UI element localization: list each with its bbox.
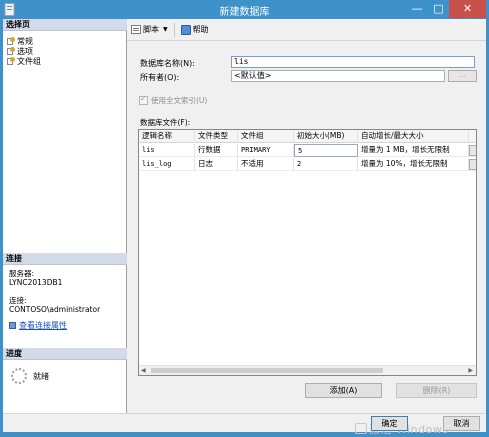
help-button[interactable]: 帮助 — [180, 24, 209, 35]
view-connection-properties-link[interactable]: 查看连接属性 — [9, 320, 67, 331]
toolbar: 脚本 ▼ 帮助 — [127, 19, 486, 41]
grid-header: 逻辑名称 文件类型 文件组 初始大小(MB) 自动增长/最大大小 — [139, 130, 476, 143]
page-item-filegroups[interactable]: 文件组 — [7, 56, 41, 66]
connection-info: 服务器: LYNC2013DB1 连接: CONTOSO\administrat… — [9, 269, 100, 314]
logical-name-cell[interactable]: lis — [139, 144, 195, 157]
ok-button[interactable]: 确定 — [371, 416, 408, 431]
db-name-input[interactable]: lis — [231, 56, 475, 68]
horizontal-scrollbar[interactable]: ◀ ▶ — [139, 365, 476, 375]
connection-header: 连接 — [3, 253, 127, 265]
script-label: 脚本 — [143, 25, 159, 34]
owner-browse-button[interactable]: ... — [448, 70, 477, 82]
cancel-button[interactable]: 取消 — [443, 416, 480, 431]
help-icon — [180, 24, 191, 35]
dialog-button-bar: 激活 Windows 确定 取消 — [3, 413, 486, 436]
file-type-cell[interactable]: 行数据 — [195, 144, 238, 157]
file-type-cell[interactable]: 日志 — [195, 158, 238, 171]
connection-value: CONTOSO\administrator — [9, 305, 101, 314]
close-button[interactable]: ✕ — [449, 0, 486, 18]
database-files-label: 数据库文件(F): — [140, 118, 191, 127]
column-header[interactable]: 自动增长/最大大小 — [358, 130, 469, 143]
column-header[interactable]: 逻辑名称 — [139, 130, 195, 143]
column-header[interactable]: 初始大小(MB) — [294, 130, 358, 143]
filegroup-cell[interactable]: PRIMARY — [238, 144, 294, 157]
new-database-dialog: 新建数据库 — □ ✕ 选择页 常规 选项 文件组 连接 服务器: LYNC20… — [0, 0, 489, 436]
autogrowth-cell[interactable]: 增量为 10%，增长无限制 — [358, 158, 469, 171]
autogrowth-cell-button[interactable] — [469, 158, 476, 171]
filegroup-cell[interactable]: 不适用 — [238, 158, 294, 171]
add-file-button[interactable]: 添加(A) — [305, 383, 382, 398]
right-pane: 脚本 ▼ 帮助 数据库名称(N): lis 所有者(O): <默认值> ... … — [127, 19, 486, 413]
scroll-right-icon[interactable]: ▶ — [468, 367, 473, 374]
column-header[interactable]: 文件类型 — [195, 130, 238, 143]
column-header[interactable]: 文件组 — [238, 130, 294, 143]
toolbar-separator — [173, 22, 175, 37]
script-icon — [131, 25, 141, 34]
fulltext-index-label: 使用全文索引(U) — [151, 96, 208, 105]
connection-label: 连接: — [9, 296, 27, 305]
windows-icon — [355, 423, 367, 434]
maximize-button[interactable]: □ — [428, 0, 449, 18]
view-connection-properties-label: 查看连接属性 — [19, 321, 67, 330]
server-value: LYNC2013DB1 — [9, 278, 63, 287]
fulltext-index-checkbox[interactable] — [139, 94, 148, 105]
left-pane: 选择页 常规 选项 文件组 连接 服务器: LYNC2013DB1 连接: CO… — [3, 19, 127, 413]
db-name-label: 数据库名称(N): — [140, 59, 195, 68]
progress-spinner-icon — [11, 368, 27, 384]
server-label: 服务器: — [9, 269, 35, 278]
logical-name-cell[interactable]: lis_log — [139, 158, 195, 171]
page-list: 常规 选项 文件组 — [7, 36, 41, 66]
ellipsis-button[interactable] — [469, 159, 476, 170]
dialog-client-area: 选择页 常规 选项 文件组 连接 服务器: LYNC2013DB1 连接: CO… — [3, 19, 486, 436]
title-bar[interactable]: 新建数据库 — □ ✕ — [0, 0, 489, 19]
initial-size-cell[interactable]: 2 — [294, 158, 358, 171]
page-item-label: 文件组 — [17, 56, 41, 66]
chevron-down-icon[interactable]: ▼ — [163, 26, 168, 33]
column-header-extra — [469, 130, 476, 143]
remove-file-button[interactable]: 删除(R) — [396, 383, 477, 398]
progress-indicator: 就绪 — [11, 368, 49, 384]
minimize-button[interactable]: — — [406, 0, 428, 18]
owner-label: 所有者(O): — [140, 73, 180, 82]
page-item-options[interactable]: 选项 — [7, 46, 41, 56]
ellipsis-button[interactable] — [469, 145, 476, 156]
connection-properties-icon — [9, 322, 16, 329]
database-files-grid: 逻辑名称 文件类型 文件组 初始大小(MB) 自动增长/最大大小 lis 行数据… — [138, 129, 477, 376]
table-row[interactable]: lis 行数据 PRIMARY 5 增量为 1 MB，增长无限制 — [139, 144, 476, 157]
autogrowth-cell-button[interactable] — [469, 144, 476, 157]
owner-input[interactable]: <默认值> — [231, 70, 445, 82]
page-settings-icon — [7, 37, 15, 45]
select-page-header: 选择页 — [3, 19, 127, 31]
page-settings-icon — [7, 47, 15, 55]
table-row[interactable]: lis_log 日志 不适用 2 增量为 10%，增长无限制 — [139, 158, 476, 171]
progress-status: 就绪 — [33, 371, 49, 381]
scroll-left-icon[interactable]: ◀ — [141, 367, 146, 374]
page-item-general[interactable]: 常规 — [7, 36, 41, 46]
initial-size-cell[interactable]: 5 — [294, 144, 358, 157]
fulltext-index-option[interactable]: 使用全文索引(U) — [139, 94, 208, 106]
help-label: 帮助 — [192, 25, 209, 34]
autogrowth-cell[interactable]: 增量为 1 MB，增长无限制 — [358, 144, 469, 157]
page-settings-icon — [7, 57, 15, 65]
script-button[interactable]: 脚本 ▼ — [131, 24, 168, 35]
progress-header: 进度 — [3, 348, 127, 360]
scrollbar-thumb[interactable] — [151, 368, 383, 373]
